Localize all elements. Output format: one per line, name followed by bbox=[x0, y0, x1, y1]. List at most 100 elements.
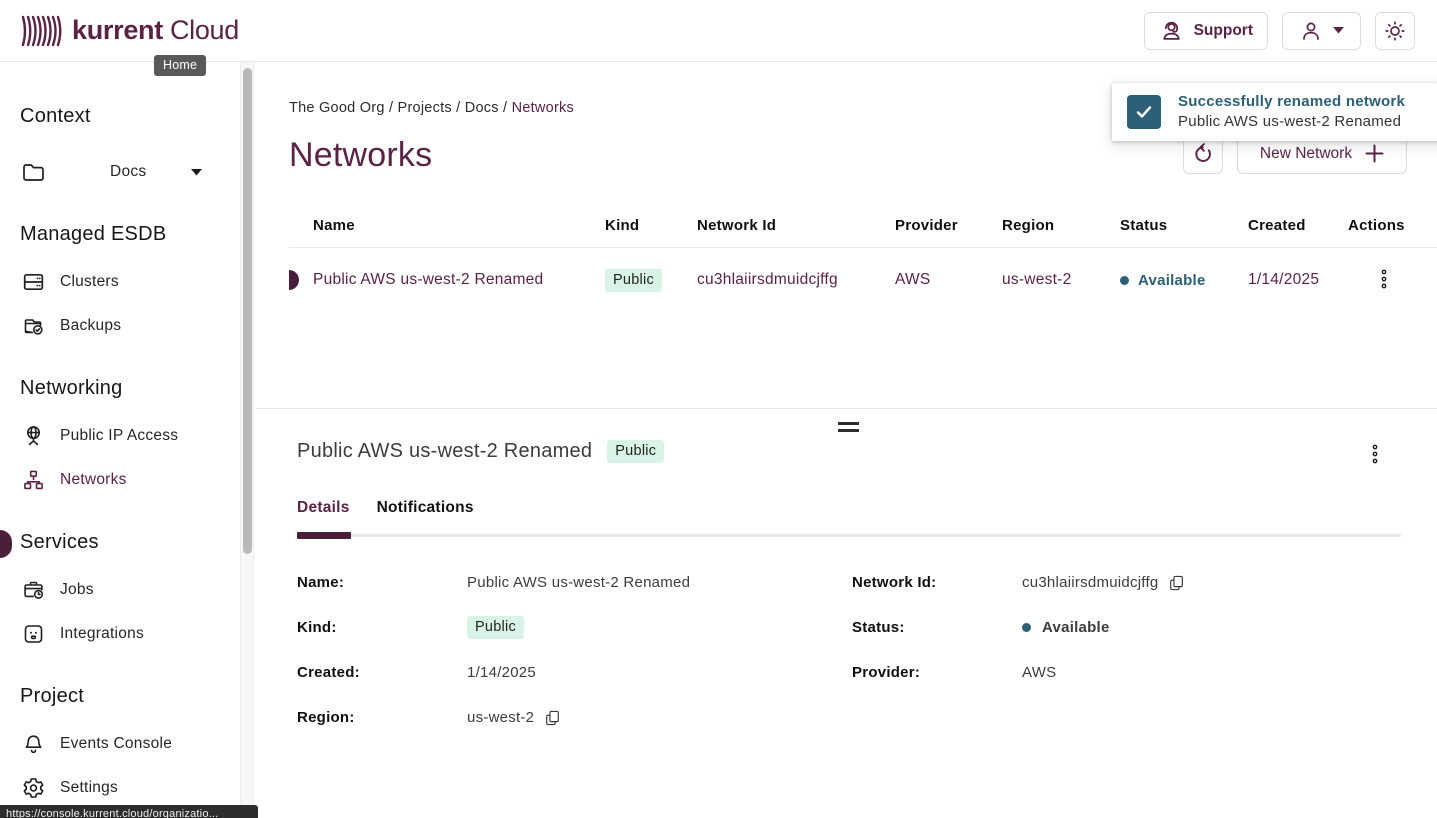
field-label-kind: Kind: bbox=[297, 619, 467, 636]
row-actions-kebab-icon[interactable] bbox=[1348, 268, 1388, 292]
globe-network-icon bbox=[20, 424, 46, 448]
home-tooltip: Home bbox=[154, 55, 206, 76]
sidebar-scrollbar-track[interactable] bbox=[240, 62, 254, 818]
detail-kind-badge: Public bbox=[607, 440, 664, 463]
sidebar-item-events-console[interactable]: Events Console bbox=[20, 722, 240, 766]
column-header-status: Status bbox=[1120, 217, 1248, 234]
table-header-row: Name Kind Network Id Provider Region Sta… bbox=[289, 204, 1437, 248]
toast-title: Successfully renamed network bbox=[1178, 92, 1405, 112]
folder-icon bbox=[20, 161, 46, 183]
field-value-status: Available bbox=[1022, 619, 1110, 636]
sidebar-item-label: Backups bbox=[60, 317, 121, 335]
sidebar-heading-managed-esdb: Managed ESDB bbox=[20, 220, 240, 248]
field-value-region: us-west-2 bbox=[467, 709, 534, 726]
sidebar-item-clusters[interactable]: Clusters bbox=[20, 260, 240, 304]
field-value-name: Public AWS us-west-2 Renamed bbox=[467, 574, 690, 591]
sidebar-heading-services: Services bbox=[20, 528, 240, 556]
tab-underline-active bbox=[297, 532, 351, 539]
field-label-name: Name: bbox=[297, 574, 467, 591]
panel-divider bbox=[256, 408, 1437, 409]
sidebar-item-settings[interactable]: Settings bbox=[20, 766, 240, 810]
detail-fields: Name: Public AWS us-west-2 Renamed Kind:… bbox=[297, 560, 1407, 740]
networks-table: Name Kind Network Id Provider Region Sta… bbox=[289, 204, 1437, 312]
top-header: kurrentCloud Support bbox=[0, 0, 1437, 62]
status-dot-icon bbox=[1120, 276, 1129, 285]
bell-icon bbox=[20, 732, 46, 756]
field-value-network-id: cu3hlaiirsdmuidcjffg bbox=[1022, 574, 1158, 591]
headset-support-icon bbox=[1159, 18, 1184, 43]
backup-box-icon bbox=[20, 314, 46, 338]
column-header-provider: Provider bbox=[895, 217, 1002, 234]
breadcrumb-prefix[interactable]: The Good Org / Projects / Docs / bbox=[289, 100, 507, 116]
field-value-provider: AWS bbox=[1022, 664, 1056, 681]
detail-actions-kebab-icon[interactable] bbox=[1371, 443, 1379, 467]
main-content: The Good Org / Projects / Docs / Network… bbox=[256, 62, 1437, 818]
column-header-actions: Actions bbox=[1348, 217, 1437, 234]
gear-icon bbox=[20, 776, 46, 800]
sidebar-item-jobs[interactable]: Jobs bbox=[20, 568, 240, 612]
detail-title: Public AWS us-west-2 Renamed bbox=[297, 440, 592, 463]
breadcrumb-current: Networks bbox=[512, 100, 574, 116]
app-window: kurrentCloud Support bbox=[0, 0, 1437, 818]
sidebar-item-networks[interactable]: Networks bbox=[20, 458, 240, 502]
column-header-created: Created bbox=[1248, 217, 1348, 234]
user-icon bbox=[1299, 19, 1323, 43]
refresh-icon bbox=[1192, 142, 1215, 165]
field-label-region: Region: bbox=[297, 709, 467, 726]
copy-network-id-icon[interactable] bbox=[1169, 575, 1184, 591]
sidebar: Context Docs Managed ESDB bbox=[0, 62, 240, 818]
sidebar-item-label: Public IP Access bbox=[60, 427, 178, 445]
user-menu-button[interactable] bbox=[1282, 12, 1361, 50]
tab-notifications[interactable]: Notifications bbox=[377, 499, 474, 517]
clusters-icon bbox=[20, 270, 46, 294]
logo-wordmark: kurrentCloud bbox=[72, 15, 239, 46]
cell-name[interactable]: Public AWS us-west-2 Renamed bbox=[313, 271, 605, 289]
success-check-icon bbox=[1127, 95, 1161, 129]
sidebar-item-backups[interactable]: Backups bbox=[20, 304, 240, 348]
toast-success[interactable]: Successfully renamed network Public AWS … bbox=[1112, 83, 1437, 141]
new-network-label: New Network bbox=[1260, 145, 1352, 163]
sidebar-item-label: Networks bbox=[60, 471, 127, 489]
kurrent-cloud-logo[interactable]: kurrentCloud bbox=[20, 12, 239, 50]
sidebar-item-public-ip-access[interactable]: Public IP Access bbox=[20, 414, 240, 458]
support-label: Support bbox=[1194, 22, 1253, 40]
sidebar-scrollbar-thumb[interactable] bbox=[243, 68, 252, 554]
sun-icon bbox=[1383, 19, 1407, 43]
status-label: Available bbox=[1138, 272, 1206, 289]
copy-region-icon[interactable] bbox=[545, 710, 560, 726]
tab-details[interactable]: Details bbox=[297, 499, 350, 517]
breadcrumb[interactable]: The Good Org / Projects / Docs / Network… bbox=[289, 100, 574, 116]
sitemap-networks-icon bbox=[20, 468, 46, 492]
sidebar-heading-project: Project bbox=[20, 682, 240, 710]
panel-drag-handle[interactable] bbox=[838, 422, 859, 436]
sidebar-item-label: Events Console bbox=[60, 735, 172, 753]
cell-status: Available bbox=[1120, 272, 1248, 289]
outlet-plug-icon bbox=[20, 622, 46, 646]
field-kind-badge: Public bbox=[467, 616, 524, 639]
selected-project-label: Docs bbox=[110, 163, 146, 181]
cell-created: 1/14/2025 bbox=[1248, 271, 1348, 289]
active-item-indicator bbox=[0, 530, 12, 558]
sidebar-item-label: Integrations bbox=[60, 625, 144, 643]
sidebar-item-label: Settings bbox=[60, 779, 118, 797]
tab-underline-track bbox=[297, 534, 1401, 537]
sidebar-item-integrations[interactable]: Integrations bbox=[20, 612, 240, 656]
page-title: Networks bbox=[289, 136, 432, 175]
chevron-down-icon bbox=[191, 169, 202, 176]
field-value-created: 1/14/2025 bbox=[467, 664, 536, 681]
theme-toggle-button[interactable] bbox=[1375, 12, 1415, 50]
table-row[interactable]: Public AWS us-west-2 Renamed Public cu3h… bbox=[289, 248, 1437, 312]
column-header-network-id: Network Id bbox=[697, 217, 895, 234]
sidebar-item-label: Clusters bbox=[60, 273, 119, 291]
browser-status-url: https://console.kurrent.cloud/organizati… bbox=[0, 805, 258, 818]
cell-region: us-west-2 bbox=[1002, 271, 1120, 289]
plus-icon bbox=[1365, 144, 1384, 163]
toast-message: Public AWS us-west-2 Renamed bbox=[1178, 112, 1405, 132]
field-label-status: Status: bbox=[852, 619, 1022, 636]
selected-row-indicator bbox=[289, 270, 299, 290]
context-project-selector[interactable]: Docs bbox=[20, 150, 240, 194]
status-label: Available bbox=[1042, 619, 1110, 636]
support-button[interactable]: Support bbox=[1144, 12, 1268, 50]
column-header-kind: Kind bbox=[605, 217, 697, 234]
detail-tabs: Details Notifications bbox=[297, 499, 474, 517]
